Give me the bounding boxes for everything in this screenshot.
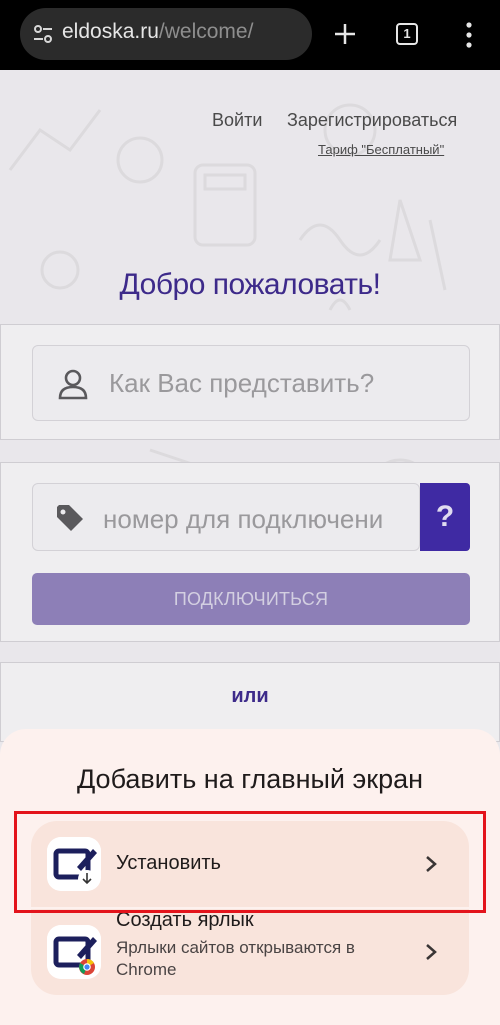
connect-button[interactable]: ПОДКЛЮЧИТЬСЯ <box>32 573 470 625</box>
connect-card: номер для подключени ? ПОДКЛЮЧИТЬСЯ <box>0 462 500 642</box>
connection-number-input[interactable]: номер для подключени <box>32 483 420 551</box>
create-shortcut-option[interactable]: Создать ярлык Ярлыки сайтов открываются … <box>31 909 469 995</box>
name-card: Как Вас представить? <box>0 324 500 440</box>
tag-icon <box>57 505 83 531</box>
browser-toolbar: eldoska.ru/welcome/ 1 <box>0 0 500 70</box>
name-placeholder: Как Вас представить? <box>109 368 375 398</box>
more-menu-icon[interactable] <box>466 22 472 48</box>
welcome-title: Добро пожаловать! <box>119 268 381 301</box>
create-shortcut-description: Ярлыки сайтов открываются в Chrome <box>116 938 355 979</box>
tariff-link[interactable]: Тариф "Бесплатный" <box>318 142 444 157</box>
highlight-box <box>14 811 486 913</box>
shortcut-icon <box>47 925 101 979</box>
or-label: или <box>231 685 269 707</box>
site-settings-icon[interactable] <box>32 23 54 45</box>
name-input[interactable]: Как Вас представить? <box>32 345 470 421</box>
url-text[interactable]: eldoska.ru/welcome/ <box>62 20 253 44</box>
register-link[interactable]: Зарегистрироваться <box>287 110 457 131</box>
address-bar[interactable]: eldoska.ru/welcome/ <box>20 8 312 60</box>
sheet-title: Добавить на главный экран <box>76 764 424 794</box>
login-link[interactable]: Войти <box>212 110 262 131</box>
chevron-right-icon <box>426 944 437 960</box>
help-button[interactable]: ? <box>420 483 470 551</box>
number-placeholder: номер для подключени <box>103 504 384 534</box>
tab-switcher-icon[interactable]: 1 <box>396 23 418 45</box>
url-domain: eldoska.ru <box>62 20 159 43</box>
new-tab-icon[interactable] <box>333 22 357 46</box>
url-path: /welcome/ <box>158 20 254 43</box>
user-icon <box>58 369 88 400</box>
